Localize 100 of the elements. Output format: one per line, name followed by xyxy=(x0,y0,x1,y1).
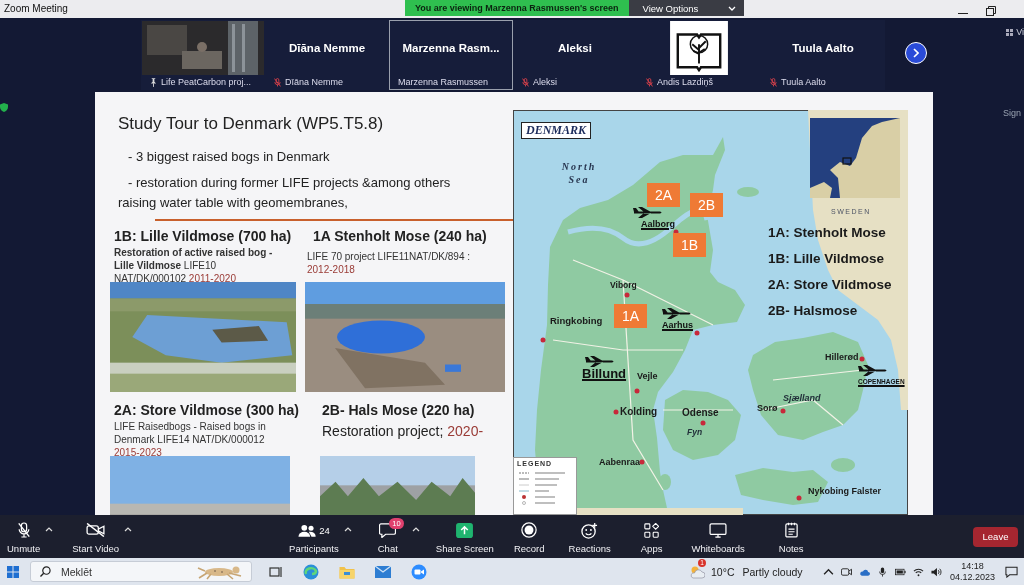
participant-name: Aleksi xyxy=(558,42,592,54)
participant-tile[interactable]: Tuula Aalto Tuula Aalto xyxy=(761,20,885,90)
participants-button[interactable]: 24 Participants xyxy=(286,521,342,554)
city-label: Hillerød xyxy=(825,352,859,363)
map-key-item: 2A: Store Vildmose xyxy=(768,276,892,293)
browser-icon[interactable] xyxy=(303,563,319,580)
video-off-icon xyxy=(86,523,106,537)
site-description: LIFE Raisedbogs - Raised bogs in Denmark LIFE14 NAT/DK/000012 2015-2023 xyxy=(113,420,267,459)
whiteboards-button[interactable]: Whiteboards xyxy=(688,521,748,554)
city-label: Billund xyxy=(582,367,627,382)
participant-tile[interactable]: Aleksi Aleksi xyxy=(513,20,637,90)
airplane-icon xyxy=(858,365,888,376)
map-key-item: 1A: Stenholt Mose xyxy=(768,224,887,241)
city-label: Viborg xyxy=(610,281,637,291)
book-tree-icon xyxy=(669,21,729,75)
notification-icon[interactable] xyxy=(1005,565,1018,578)
airplane-icon xyxy=(585,356,615,367)
city-label: Ringkobing xyxy=(550,316,603,327)
land-area xyxy=(659,474,671,490)
participant-name: Marzenna Rasm... xyxy=(402,42,500,54)
windows-icon[interactable] xyxy=(7,565,19,578)
participant-label: Tuula Aalto xyxy=(781,77,826,87)
participant-count: 24 xyxy=(319,524,330,536)
sea-label: North Sea xyxy=(560,160,598,186)
participant-label: Aleksi xyxy=(533,77,557,87)
caret-up-icon[interactable] xyxy=(45,527,54,532)
site-marker: 1A xyxy=(614,304,647,328)
wifi-icon[interactable] xyxy=(912,566,924,577)
city-dot-icon xyxy=(694,330,700,336)
clock-time[interactable]: 14:18 xyxy=(961,560,984,572)
reactions-button[interactable]: Reactions xyxy=(565,521,614,554)
caret-up-icon[interactable] xyxy=(124,527,133,532)
search-field[interactable]: Meklēt xyxy=(30,561,252,582)
caret-up-icon[interactable] xyxy=(343,527,352,532)
city-dot-icon xyxy=(540,337,546,343)
participant-tile[interactable]: Life PeatCarbon proj... xyxy=(141,20,265,90)
mic-off-icon xyxy=(16,522,31,538)
site-description: LIFE 70 project LIFE11NAT/DK/894 : 2012-2018 xyxy=(306,250,472,276)
city-label: Nykobing Falster xyxy=(808,486,881,497)
city-dot-icon xyxy=(624,292,630,298)
city-label: Aarhus xyxy=(662,320,693,331)
grid-icon[interactable] xyxy=(1006,28,1014,36)
temperature-text[interactable]: 10°C xyxy=(711,565,735,578)
smiley-plus-icon xyxy=(581,521,599,539)
microphone-icon[interactable] xyxy=(876,566,888,577)
bullet-text: - 3 biggest raised bogs in Denmark xyxy=(127,148,331,166)
city-label: Kolding xyxy=(620,406,658,418)
next-page-button[interactable] xyxy=(905,42,927,64)
chevron-up-icon[interactable] xyxy=(822,566,834,577)
minimize-icon[interactable] xyxy=(958,12,968,14)
weather-icon[interactable] xyxy=(689,564,705,579)
city-dot-icon xyxy=(796,495,802,501)
site-marker: 2A xyxy=(647,183,680,207)
slide-title: Study Tour to Denmark (WP5.T5.8) xyxy=(118,113,385,135)
participant-tile[interactable]: Marzenna Rasm... Marzenna Rasmussen xyxy=(389,20,513,90)
bullet-text: - restoration during former LIFE projects &among others raising water table with geomembranes, xyxy=(118,174,452,212)
notes-button[interactable]: Notes xyxy=(775,521,807,554)
city-label: Sorø xyxy=(757,403,778,414)
city-label: Odense xyxy=(682,407,719,419)
unmute-button[interactable]: Unmute xyxy=(4,521,44,554)
city-label: Aabenraa xyxy=(599,457,641,468)
site-marker: 2B xyxy=(690,193,723,217)
camera-icon[interactable] xyxy=(840,566,852,577)
site-description: Restoration of active raised bog - Lille Vildmose LIFE10 NAT/DK/000102 2011-2020 xyxy=(113,246,274,285)
site-heading: 1B: Lille Vildmose (700 ha) xyxy=(113,228,292,244)
airplane-icon xyxy=(633,207,663,218)
clock-date[interactable]: 04.12.2023 xyxy=(949,571,995,583)
share-screen-icon xyxy=(456,522,474,538)
speaker-icon[interactable] xyxy=(930,566,942,577)
view-options-button[interactable]: View Options xyxy=(628,0,745,16)
screen-share-banner: You are viewing Marzenna Rasmussen's screen xyxy=(405,0,629,16)
map-key-item: 1B: Lille Vildmose xyxy=(768,250,886,267)
view-label[interactable]: Vi xyxy=(1016,27,1024,37)
start-video-button[interactable]: Start Video xyxy=(69,521,123,554)
participant-tile[interactable]: Dīāna Nemme Dīāna Nemme xyxy=(265,20,389,90)
mail-icon[interactable] xyxy=(375,563,391,580)
leave-button[interactable]: Leave xyxy=(973,526,1018,547)
apps-button[interactable]: Apps xyxy=(637,521,666,554)
participant-label: Andis Lazdiņš xyxy=(657,77,714,87)
participant-label: Dīāna Nemme xyxy=(285,77,344,87)
map-title: DENMARK xyxy=(521,122,592,139)
share-screen-button[interactable]: Share Screen xyxy=(432,521,497,554)
battery-icon[interactable] xyxy=(894,566,906,577)
city-label: Vejle xyxy=(637,371,658,382)
participant-label: Marzenna Rasmussen xyxy=(398,77,489,87)
city-dot-icon xyxy=(780,408,786,414)
camera-app-icon[interactable] xyxy=(411,563,427,580)
task-view-icon[interactable] xyxy=(269,564,283,579)
record-button[interactable]: Record xyxy=(510,521,548,554)
weather-condition[interactable]: Partly cloudy xyxy=(742,565,803,578)
site-heading: 2B- Hals Mose (220 ha) xyxy=(321,402,475,418)
city-dot-icon xyxy=(859,356,865,362)
city-dot-icon xyxy=(639,459,645,465)
participant-tile[interactable]: Andis Lazdiņš xyxy=(637,20,761,90)
city-dot-icon xyxy=(613,409,619,415)
window-title: Zoom Meeting xyxy=(3,2,69,16)
caret-up-icon[interactable] xyxy=(411,527,420,532)
caret-icon xyxy=(728,5,737,11)
whiteboard-icon xyxy=(709,522,728,538)
restore-icon[interactable] xyxy=(986,6,996,16)
